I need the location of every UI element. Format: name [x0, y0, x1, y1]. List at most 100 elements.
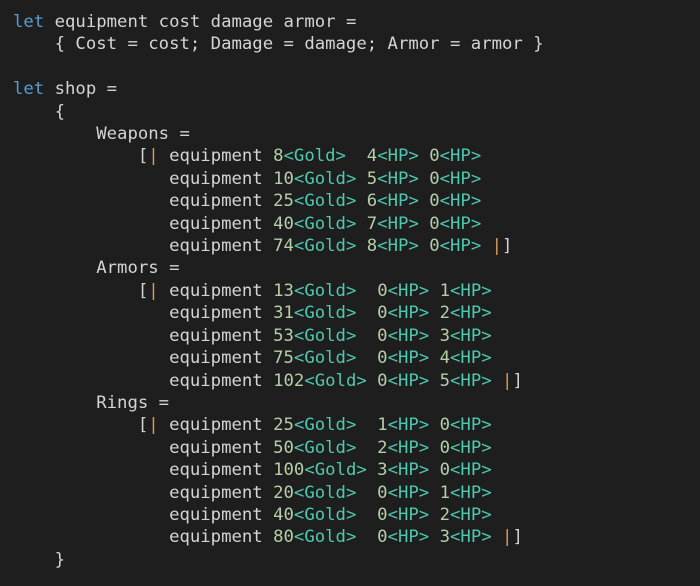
code-token-num: 0 — [377, 325, 388, 346]
code-token-plain: equipment — [13, 168, 274, 189]
code-token-num: 0 — [377, 527, 388, 548]
code-token-brk1: | — [148, 146, 159, 167]
code-token-type: <HP> — [450, 415, 492, 436]
code-editor-surface[interactable]: let equipment cost damage armor = { Cost… — [0, 0, 700, 586]
code-token-type: <HP> — [450, 325, 492, 346]
code-line[interactable]: equipment 50<Gold> 2<HP> 0<HP> — [13, 437, 700, 459]
code-token-num: 25 — [273, 191, 294, 212]
code-token-type: <Gold> — [293, 213, 357, 234]
code-line[interactable]: [| equipment 13<Gold> 0<HP> 1<HP> — [13, 280, 700, 302]
code-line[interactable]: ​ — [13, 56, 700, 78]
code-token-num: 3 — [439, 325, 451, 346]
code-token-num: 4 — [366, 146, 378, 167]
code-line[interactable]: equipment 74<Gold> 8<HP> 0<HP> |] — [13, 235, 700, 257]
code-token-num: 13 — [273, 280, 294, 301]
code-token-plain: equipment — [13, 504, 274, 525]
code-token-num: 40 — [273, 213, 294, 234]
code-token-num: 40 — [273, 504, 294, 525]
code-token-type: <HP> — [377, 168, 419, 189]
code-line[interactable]: [| equipment 25<Gold> 1<HP> 0<HP> — [13, 414, 700, 436]
code-line[interactable]: let shop = — [13, 78, 700, 100]
code-token-brk0: [ — [137, 415, 149, 436]
code-line[interactable]: [| equipment 8<Gold> 4<HP> 0<HP> — [13, 145, 700, 167]
code-token-type: <HP> — [450, 348, 492, 369]
code-token-num: 25 — [273, 415, 294, 436]
code-token-num: 0 — [429, 191, 440, 212]
code-token-num: 0 — [439, 415, 451, 436]
code-token-type: <Gold> — [293, 191, 357, 212]
code-token-type: <HP> — [387, 370, 430, 391]
code-line[interactable]: equipment 102<Gold> 0<HP> 5<HP> |] — [13, 370, 700, 392]
code-token-num: 102 — [273, 370, 305, 391]
code-line[interactable]: Weapons = — [13, 123, 700, 145]
code-token-num: 0 — [377, 348, 388, 369]
code-token-num: 2 — [377, 437, 388, 458]
code-token-brk1: | — [502, 527, 513, 548]
code-token-num: 3 — [377, 460, 388, 481]
code-line[interactable]: } — [13, 549, 700, 571]
code-token-plain: equipment — [13, 370, 274, 391]
code-token-num: 53 — [273, 325, 294, 346]
code-line[interactable]: equipment 20<Gold> 0<HP> 1<HP> — [13, 482, 700, 504]
code-token-num: 0 — [377, 370, 388, 391]
code-token-type: <Gold> — [293, 280, 357, 301]
code-line[interactable]: equipment 53<Gold> 0<HP> 3<HP> — [13, 325, 700, 347]
code-line[interactable]: equipment 75<Gold> 0<HP> 4<HP> — [13, 347, 700, 369]
code-line[interactable]: let equipment cost damage armor = — [13, 11, 700, 33]
code-token-type: <HP> — [387, 280, 430, 301]
code-token-num: 8 — [273, 146, 284, 167]
code-line[interactable]: equipment 10<Gold> 5<HP> 0<HP> — [13, 168, 700, 190]
code-line[interactable]: equipment 40<Gold> 7<HP> 0<HP> — [13, 213, 700, 235]
code-line[interactable]: equipment 100<Gold> 3<HP> 0<HP> — [13, 459, 700, 481]
code-token-kw: let — [13, 79, 45, 100]
code-token-type: <HP> — [450, 303, 492, 324]
code-token-num: 1 — [377, 415, 388, 436]
source-code-text[interactable]: let equipment cost damage armor = { Cost… — [0, 11, 700, 571]
code-line[interactable]: equipment 80<Gold> 0<HP> 3<HP> |] — [13, 526, 700, 548]
code-token-type: <HP> — [387, 460, 430, 481]
code-token-type: <HP> — [450, 437, 492, 458]
code-line[interactable]: Rings = — [13, 392, 700, 414]
code-token-plain: equipment — [13, 236, 274, 257]
code-line[interactable]: { Cost = cost; Damage = damage; Armor = … — [13, 33, 700, 55]
code-token-num: 0 — [429, 146, 440, 167]
code-token-type: <HP> — [450, 460, 492, 481]
code-line[interactable]: { — [13, 101, 700, 123]
code-token-plain: { Cost = cost; Damage = damage; Armor = … — [13, 34, 544, 55]
code-token-num: 7 — [366, 213, 378, 234]
code-token-num: 0 — [377, 280, 388, 301]
code-token-plain: Rings = — [13, 392, 170, 413]
code-token-num: 20 — [273, 482, 294, 503]
code-token-type: <Gold> — [293, 303, 357, 324]
code-token-type: <Gold> — [304, 460, 367, 481]
code-token-brk0: } — [54, 549, 66, 570]
code-token-type: <HP> — [387, 348, 430, 369]
code-line[interactable]: equipment 25<Gold> 6<HP> 0<HP> — [13, 190, 700, 212]
code-token-num: 75 — [273, 348, 294, 369]
code-line[interactable]: equipment 40<Gold> 0<HP> 2<HP> — [13, 504, 700, 526]
code-line[interactable]: Armors = — [13, 257, 700, 279]
code-line[interactable]: equipment 31<Gold> 0<HP> 2<HP> — [13, 302, 700, 324]
code-token-num: 74 — [273, 236, 294, 257]
code-token-num: 0 — [429, 168, 440, 189]
code-token-num: 31 — [273, 303, 294, 324]
code-token-num: 0 — [377, 303, 388, 324]
